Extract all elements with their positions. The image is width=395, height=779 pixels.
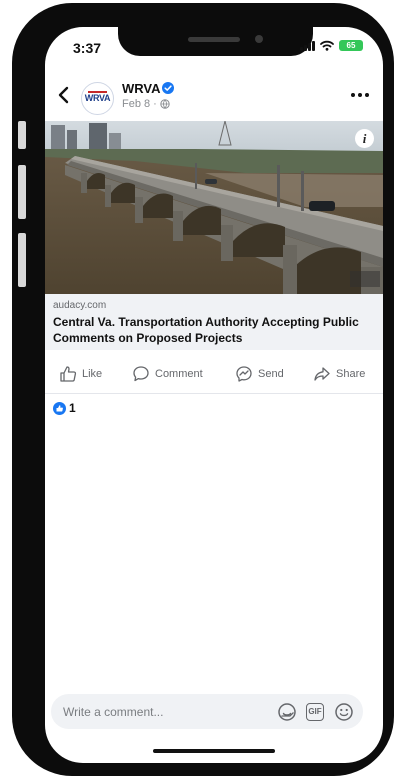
like-reaction-icon xyxy=(53,401,66,415)
bridge-photo xyxy=(45,121,383,294)
like-button[interactable]: Like xyxy=(59,365,102,383)
send-button[interactable]: Send xyxy=(235,365,284,383)
post-header: WRVA WRVA Feb 8 · xyxy=(45,79,383,119)
messenger-icon xyxy=(236,366,252,382)
link-image[interactable]: i xyxy=(45,121,383,294)
screen: 3:37 65 WRVA WRVA Feb 8 · i audacy.com C… xyxy=(45,27,383,763)
camera xyxy=(255,35,263,43)
sticker-icon[interactable] xyxy=(277,702,297,722)
status-time: 3:37 xyxy=(73,40,102,56)
comment-label: Comment xyxy=(155,368,203,380)
avatar[interactable]: WRVA xyxy=(81,82,114,115)
signal-icon xyxy=(300,40,315,51)
reactions-summary[interactable]: 1 xyxy=(53,401,76,415)
gif-icon: GIF xyxy=(306,703,324,721)
battery-icon: 65 xyxy=(339,40,363,51)
comment-button[interactable]: Comment xyxy=(132,365,203,383)
phone-frame: 3:37 65 WRVA WRVA Feb 8 · i audacy.com C… xyxy=(12,3,394,776)
status-icons: 65 xyxy=(300,40,363,51)
meta-separator: · xyxy=(153,98,157,110)
page-name[interactable]: WRVA xyxy=(122,81,161,96)
speaker xyxy=(188,37,240,42)
link-preview-card[interactable]: audacy.com Central Va. Transportation Au… xyxy=(45,294,383,350)
volume-down-button xyxy=(18,233,26,287)
link-title: Central Va. Transportation Authority Acc… xyxy=(53,315,359,345)
comment-input[interactable] xyxy=(51,694,263,729)
reaction-count: 1 xyxy=(69,401,76,415)
home-indicator[interactable] xyxy=(153,749,275,753)
share-button[interactable]: Share xyxy=(313,365,365,383)
globe-icon xyxy=(160,99,170,109)
verified-icon xyxy=(162,82,174,94)
comment-icon xyxy=(133,366,149,382)
volume-up-button xyxy=(18,165,26,219)
send-label: Send xyxy=(258,368,284,380)
emoji-icon[interactable] xyxy=(334,702,354,722)
chevron-left-icon[interactable] xyxy=(57,85,71,105)
like-label: Like xyxy=(82,368,103,380)
comment-composer: GIF xyxy=(51,694,363,729)
mute-switch xyxy=(18,121,26,149)
avatar-logo: WRVA xyxy=(84,93,111,103)
share-icon xyxy=(314,367,330,381)
link-domain: audacy.com xyxy=(53,300,107,311)
notch xyxy=(118,27,313,56)
action-bar: Like Comment Send Share xyxy=(45,359,383,394)
post-date[interactable]: Feb 8 xyxy=(122,98,150,110)
post-meta: Feb 8 · xyxy=(122,98,170,110)
gif-button[interactable]: GIF xyxy=(306,702,326,722)
more-icon[interactable] xyxy=(351,93,369,97)
like-icon xyxy=(60,366,77,382)
wifi-icon xyxy=(320,40,334,51)
info-icon[interactable]: i xyxy=(355,129,374,148)
share-label: Share xyxy=(336,368,366,380)
